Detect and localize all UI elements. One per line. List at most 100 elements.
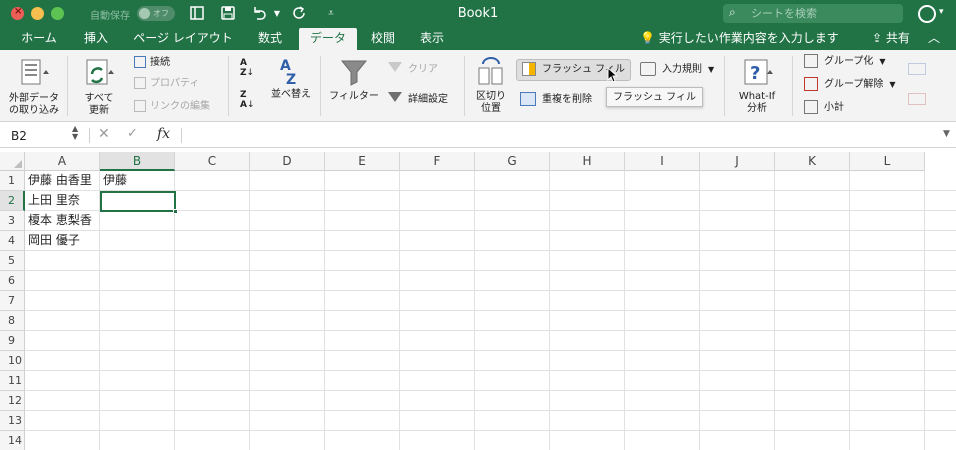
filter-button[interactable]: フィルター (328, 56, 380, 103)
autosave-toggle[interactable]: オフ (137, 6, 175, 21)
tab-insert[interactable]: 挿入 (76, 28, 116, 50)
row-header-12[interactable]: 12 (0, 391, 25, 411)
confirm-entry-icon[interactable]: ✓ (127, 126, 138, 141)
row-header-3[interactable]: 3 (0, 211, 25, 231)
column-header-d[interactable]: D (250, 152, 325, 171)
row-header-9[interactable]: 9 (0, 331, 25, 351)
column-header-f[interactable]: F (400, 152, 475, 171)
clear-filter-button[interactable]: クリア (388, 62, 438, 78)
tell-me-box[interactable]: 💡 実行したい作業内容を入力します (640, 28, 839, 50)
row-header-14[interactable]: 14 (0, 431, 25, 450)
undo-dropdown-icon[interactable]: ▼ (268, 5, 286, 23)
column-header-a[interactable]: A (25, 152, 100, 171)
advanced-filter-button[interactable]: 詳細設定 (388, 92, 448, 108)
row-header-1[interactable]: 1 (0, 171, 25, 191)
row-header-7[interactable]: 7 (0, 291, 25, 311)
show-detail-button[interactable] (908, 62, 926, 78)
tab-home[interactable]: ホーム (14, 28, 64, 50)
active-cell-border[interactable] (100, 191, 176, 212)
worksheet-grid[interactable]: A B C D E F G H I J K L 1 2 3 4 5 6 7 8 9 10 11 12 13 14 伊藤 由香里 伊藤… (0, 148, 956, 450)
ungroup-label: グループ解除 (824, 79, 884, 90)
group-button[interactable]: グループ化 ▼ (804, 54, 886, 70)
share-button[interactable]: ⇪ 共有 (872, 28, 910, 50)
hide-detail-button[interactable] (908, 92, 926, 108)
grid-row-line (25, 230, 956, 231)
cell-a4[interactable]: 岡田 優子 (25, 230, 80, 250)
properties-label: プロパティ (150, 78, 200, 89)
account-icon[interactable] (918, 5, 936, 23)
column-header-i[interactable]: I (625, 152, 700, 171)
tab-review[interactable]: 校閲 (364, 28, 402, 50)
text-to-columns-button[interactable]: 区切り 位置 (472, 56, 510, 115)
row-header-6[interactable]: 6 (0, 271, 25, 291)
row-header-10[interactable]: 10 (0, 351, 25, 371)
cancel-entry-icon[interactable]: ✕ (98, 126, 110, 142)
search-input[interactable] (751, 6, 899, 21)
minimize-window-button[interactable] (31, 7, 44, 20)
tab-page-layout[interactable]: ページ レイアウト (127, 28, 239, 50)
row-header-8[interactable]: 8 (0, 311, 25, 331)
connections-label: 接続 (150, 57, 170, 68)
ribbon-divider (228, 56, 229, 116)
column-header-b[interactable]: B (100, 152, 175, 171)
connections-button[interactable]: 接続 (134, 55, 170, 71)
row-header-2[interactable]: 2 (0, 191, 25, 211)
sort-za-button[interactable]: Z A↓ (240, 90, 264, 110)
select-all-button[interactable] (0, 152, 25, 171)
tab-view[interactable]: 表示 (413, 28, 451, 50)
dropdown-arrow-icon: ▼ (889, 80, 896, 89)
grid-row-line (25, 410, 956, 411)
properties-button[interactable]: プロパティ (134, 76, 199, 92)
redo-icon[interactable] (291, 5, 309, 23)
collapse-ribbon-icon[interactable]: ︿ (928, 28, 940, 50)
maximize-window-button[interactable] (51, 7, 64, 20)
row-header-13[interactable]: 13 (0, 411, 25, 431)
ribbon-divider (792, 56, 793, 116)
sort-button[interactable]: AZ 並べ替え (270, 56, 312, 101)
search-box[interactable]: ⌕ (723, 4, 903, 23)
formula-input[interactable] (186, 126, 926, 144)
fill-handle[interactable] (173, 209, 178, 214)
column-header-e[interactable]: E (325, 152, 400, 171)
cell-b1[interactable]: 伊藤 (100, 170, 127, 190)
name-box-stepper-icon[interactable]: ▲ ▼ (72, 125, 78, 141)
edit-links-button[interactable]: リンクの編集 (134, 99, 210, 115)
refresh-all-button[interactable]: すべて 更新 (76, 56, 122, 117)
data-validation-icon (640, 62, 656, 76)
sort-ascending-icon: A Z↓ (240, 58, 255, 78)
formula-bar: B2 ▲ ▼ ✕ ✓ fx ▼ (0, 123, 956, 148)
cell-a2[interactable]: 上田 里奈 (25, 190, 80, 210)
column-header-h[interactable]: H (550, 152, 625, 171)
row-header-5[interactable]: 5 (0, 251, 25, 271)
sidebar-toggle-icon[interactable] (188, 5, 206, 23)
expand-formula-bar-icon[interactable]: ▼ (943, 129, 950, 139)
subtotal-button[interactable]: 小計 (804, 100, 844, 116)
close-window-button[interactable]: × (11, 6, 24, 20)
cell-a1[interactable]: 伊藤 由香里 (25, 170, 92, 190)
what-if-analysis-button[interactable]: ? What-If 分析 (732, 56, 782, 115)
column-header-c[interactable]: C (175, 152, 250, 171)
formula-bar-divider (89, 128, 90, 143)
column-header-g[interactable]: G (475, 152, 550, 171)
get-external-data-button[interactable]: 外部データ の取り込み (6, 56, 62, 117)
save-icon[interactable] (219, 5, 237, 23)
chevron-down-icon[interactable]: ▾ (939, 7, 944, 17)
ungroup-icon (804, 77, 818, 91)
column-header-j[interactable]: J (700, 152, 775, 171)
sort-descending-icon: Z A↓ (240, 90, 255, 110)
column-header-k[interactable]: K (775, 152, 850, 171)
ungroup-button[interactable]: グループ解除 ▼ (804, 77, 896, 93)
tab-formulas[interactable]: 数式 (250, 28, 290, 50)
row-header-4[interactable]: 4 (0, 231, 25, 251)
clear-label: クリア (408, 64, 438, 75)
insert-function-button[interactable]: fx (157, 126, 170, 142)
data-validation-button[interactable]: 入力規則 ▼ (640, 62, 714, 78)
remove-duplicates-button[interactable]: 重複を削除 (520, 92, 592, 108)
row-header-11[interactable]: 11 (0, 371, 25, 391)
customize-toolbar-icon[interactable]: ⩡ (322, 5, 340, 23)
cell-a3[interactable]: 榎本 恵梨香 (25, 210, 92, 230)
undo-icon[interactable] (250, 5, 268, 23)
column-header-l[interactable]: L (850, 152, 925, 171)
tab-data[interactable]: データ (299, 28, 357, 50)
sort-az-button[interactable]: A Z↓ (240, 58, 264, 78)
